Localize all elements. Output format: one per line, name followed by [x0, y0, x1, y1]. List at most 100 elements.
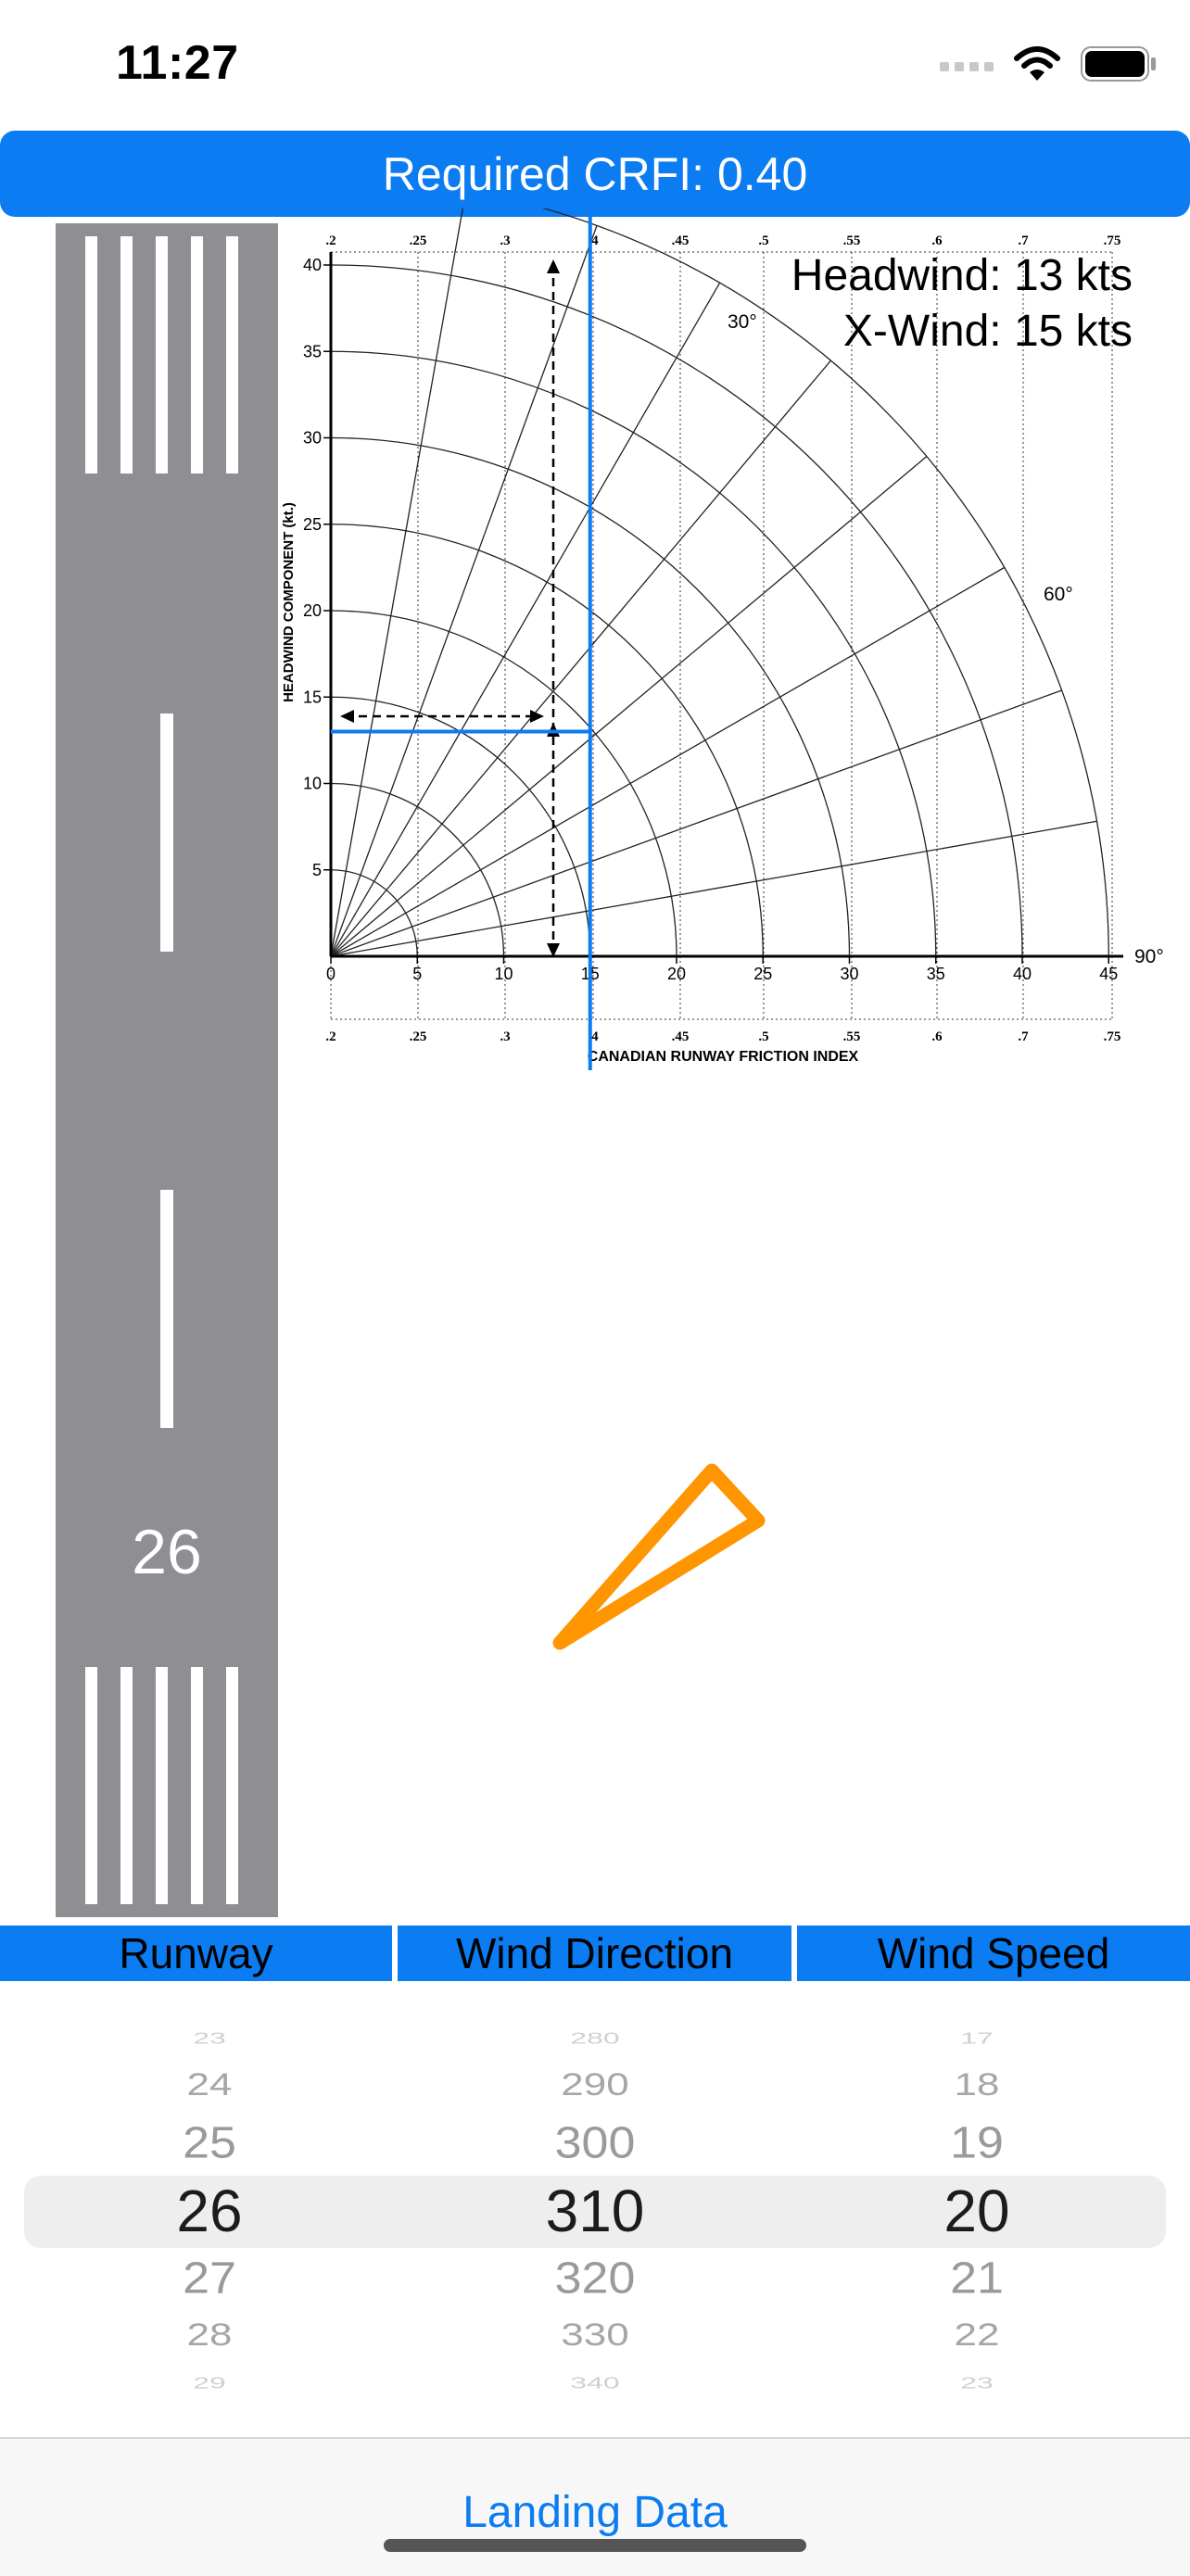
required-crfi-banner: Required CRFI: 0.40 — [0, 131, 1190, 217]
crfi-top-tick-label: .55 — [843, 234, 861, 248]
x-tick-label: 40 — [1013, 965, 1032, 983]
centerline-stripe — [160, 713, 173, 952]
wind-speed-picker[interactable]: 17 18 19 20 21 22 23 — [779, 2011, 1175, 2400]
threshold-stripe — [191, 1667, 203, 1904]
wind-arrow-icon — [552, 1463, 766, 1650]
threshold-stripe — [120, 236, 133, 474]
crfi-top-tick-label: .7 — [1018, 234, 1029, 248]
x-tick-label: 10 — [494, 965, 513, 983]
angle-label-60: 60° — [1044, 584, 1073, 605]
crfi-top-tick-label: .25 — [410, 234, 427, 248]
centerline-stripe — [160, 1190, 173, 1428]
x-tick-label: 0 — [326, 965, 335, 983]
headwind-axis-title: HEADWIND COMPONENT (kt.) — [281, 502, 297, 702]
picker-option[interactable]: 18 — [779, 2067, 1175, 2103]
crfi-bottom-tick-label: .6 — [931, 1029, 943, 1044]
crfi-top-tick-label: .45 — [672, 234, 690, 248]
crfi-top-tick-label: .75 — [1104, 234, 1121, 248]
wind-components: Headwind: 13 kts X-Wind: 15 kts — [791, 248, 1133, 360]
picker-option[interactable]: 280 — [397, 2029, 793, 2048]
crfi-bottom-tick-label: .2 — [325, 1029, 335, 1044]
tab-landing-data[interactable]: Landing Data — [0, 2487, 1190, 2538]
x-tick-label: 45 — [1099, 965, 1118, 983]
x-tick-label: 30 — [840, 965, 858, 983]
wind-angle-line — [330, 208, 463, 957]
picker-option[interactable]: 23 — [11, 2029, 408, 2048]
crfi-bottom-tick-label: .7 — [1018, 1029, 1029, 1044]
threshold-stripe — [85, 236, 97, 474]
cellular-signal-icon — [940, 62, 994, 71]
picker-option[interactable]: 340 — [397, 2374, 793, 2393]
y-tick-label: 25 — [303, 515, 322, 534]
threshold-stripe — [226, 1667, 238, 1904]
crfi-top-tick-label: .5 — [758, 234, 768, 248]
crfi-axis-title: CANADIAN RUNWAY FRICTION INDEX — [588, 1049, 859, 1065]
wifi-icon — [1014, 46, 1060, 81]
home-indicator — [384, 2539, 806, 2552]
picker-option[interactable]: 28 — [11, 2317, 408, 2354]
threshold-stripe — [85, 1667, 97, 1904]
picker-option[interactable]: 17 — [779, 2029, 1175, 2048]
arrow-head-left — [340, 710, 354, 723]
status-time: 11:27 — [116, 36, 239, 90]
status-icons — [940, 43, 1157, 85]
headwind-text: Headwind: 13 kts — [791, 251, 1133, 300]
picker-option[interactable]: 24 — [11, 2067, 408, 2103]
y-tick-label: 15 — [303, 688, 322, 706]
threshold-stripe — [226, 236, 238, 474]
threshold-stripe — [156, 236, 168, 474]
tab-bar: Landing Data — [0, 2437, 1190, 2576]
crfi-top-tick-label: .2 — [325, 234, 335, 248]
crfi-bottom-tick-label: .5 — [758, 1029, 768, 1044]
wind-direction-picker[interactable]: 280 290 300 310 320 330 340 — [397, 2011, 793, 2400]
picker-option[interactable]: 27 — [11, 2253, 408, 2304]
picker-option[interactable]: 23 — [779, 2374, 1175, 2393]
runway-number: 26 — [132, 1517, 202, 1587]
wind-speed-column-header: Wind Speed — [797, 1926, 1190, 1981]
wind-angle-line — [330, 820, 1097, 957]
threshold-stripe — [191, 236, 203, 474]
picker-selected-value[interactable]: 20 — [779, 2177, 1175, 2245]
runway-column-header: Runway — [0, 1926, 392, 1981]
threshold-stripe — [120, 1667, 133, 1904]
y-tick-label: 20 — [303, 601, 322, 620]
x-tick-label: 5 — [412, 965, 422, 983]
picker-option[interactable]: 320 — [397, 2253, 793, 2304]
runway-picker[interactable]: 23 24 25 26 27 28 29 — [11, 2011, 408, 2400]
crfi-bottom-tick-label: .45 — [672, 1029, 690, 1044]
runway-graphic: 26 — [56, 223, 278, 1917]
x-tick-label: 35 — [927, 965, 945, 983]
y-tick-label: 40 — [303, 256, 322, 274]
y-tick-label: 5 — [312, 861, 322, 879]
arrow-head-up — [547, 259, 560, 273]
x-tick-label: 25 — [753, 965, 772, 983]
crfi-bottom-tick-label: .75 — [1104, 1029, 1121, 1044]
angle-label-90: 90° — [1134, 946, 1163, 967]
threshold-stripe — [156, 1667, 168, 1904]
picker-selected-value[interactable]: 26 — [11, 2177, 408, 2245]
crfi-top-tick-label: .6 — [931, 234, 943, 248]
picker-option[interactable]: 25 — [11, 2117, 408, 2168]
picker-selected-value[interactable]: 310 — [397, 2177, 793, 2245]
picker-option[interactable]: 330 — [397, 2317, 793, 2354]
picker-option[interactable]: 19 — [779, 2117, 1175, 2168]
crfi-bottom-scale: .2.25.3.4.45.5.55.6.7.75 — [325, 1029, 1120, 1044]
picker-option[interactable]: 290 — [397, 2067, 793, 2103]
crfi-top-scale: .2.25.3.4.45.5.55.6.7.75 — [325, 234, 1120, 248]
picker-option[interactable]: 300 — [397, 2117, 793, 2168]
picker-option[interactable]: 21 — [779, 2253, 1175, 2304]
crfi-bottom-tick-label: .25 — [410, 1029, 427, 1044]
battery-icon — [1081, 46, 1156, 82]
wind-direction-column-header: Wind Direction — [398, 1926, 791, 1981]
crfi-top-tick-label: .3 — [500, 234, 510, 248]
arrow-head-right — [530, 710, 544, 723]
arrow-head-up — [547, 723, 560, 737]
x-tick-label: 20 — [667, 965, 686, 983]
angle-label-30: 30° — [728, 311, 757, 333]
y-tick-label: 30 — [303, 429, 322, 448]
crosswind-text: X-Wind: 15 kts — [842, 307, 1133, 356]
crfi-bottom-tick-label: .3 — [500, 1029, 510, 1044]
picker-option[interactable]: 22 — [779, 2317, 1175, 2354]
picker-option[interactable]: 29 — [11, 2374, 408, 2393]
crfi-bottom-tick-label: .55 — [843, 1029, 861, 1044]
